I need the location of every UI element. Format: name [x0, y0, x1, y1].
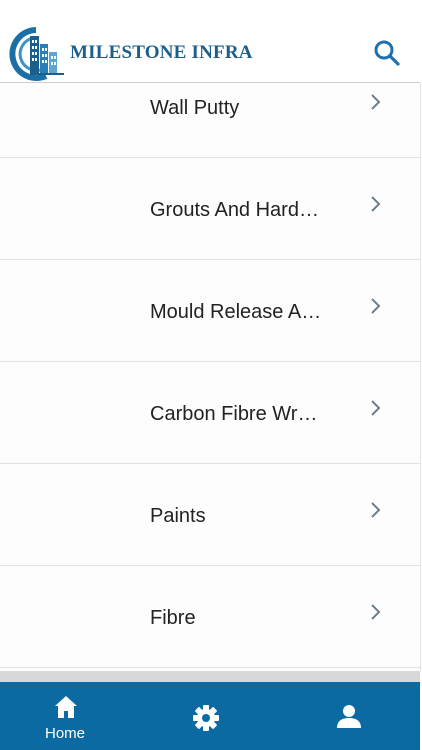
tab-home[interactable]: Home	[5, 682, 125, 750]
chevron-right-icon	[371, 298, 381, 314]
app-header: MILESTONE INFRA	[0, 0, 420, 83]
tab-home-label: Home	[44, 725, 85, 742]
chevron-right-icon	[371, 400, 381, 416]
tab-profile[interactable]	[290, 682, 410, 750]
tab-settings[interactable]	[146, 682, 266, 750]
gear-icon	[193, 705, 219, 731]
category-label: Fibre	[150, 607, 196, 629]
category-label: Grouts And Hard…	[150, 199, 319, 221]
bottom-tab-bar: Home	[0, 682, 420, 750]
search-icon[interactable]	[372, 38, 402, 68]
category-label: Wall Putty	[150, 97, 240, 119]
chevron-right-icon	[371, 94, 381, 110]
chevron-right-icon	[371, 502, 381, 518]
category-label: Carbon Fibre Wr…	[150, 403, 318, 425]
building-logo-icon	[9, 27, 64, 81]
category-list: Wall Putty Grouts And Hard… Mould Releas…	[0, 83, 421, 671]
category-row[interactable]: Mould Release A…	[0, 260, 420, 362]
brand-name: MILESTONE INFRA	[70, 42, 253, 63]
category-row[interactable]: Fibre	[0, 566, 420, 668]
category-row[interactable]: Grouts And Hard…	[0, 158, 420, 260]
user-icon	[337, 705, 361, 728]
divider	[0, 671, 420, 682]
category-label: Mould Release A…	[150, 301, 322, 323]
chevron-right-icon	[371, 196, 381, 212]
category-row[interactable]: Wall Putty	[0, 83, 420, 158]
category-row[interactable]: Paints	[0, 464, 420, 566]
chevron-right-icon	[371, 604, 381, 620]
category-row[interactable]: Carbon Fibre Wr…	[0, 362, 420, 464]
home-icon	[55, 696, 77, 718]
category-label: Paints	[150, 505, 206, 527]
